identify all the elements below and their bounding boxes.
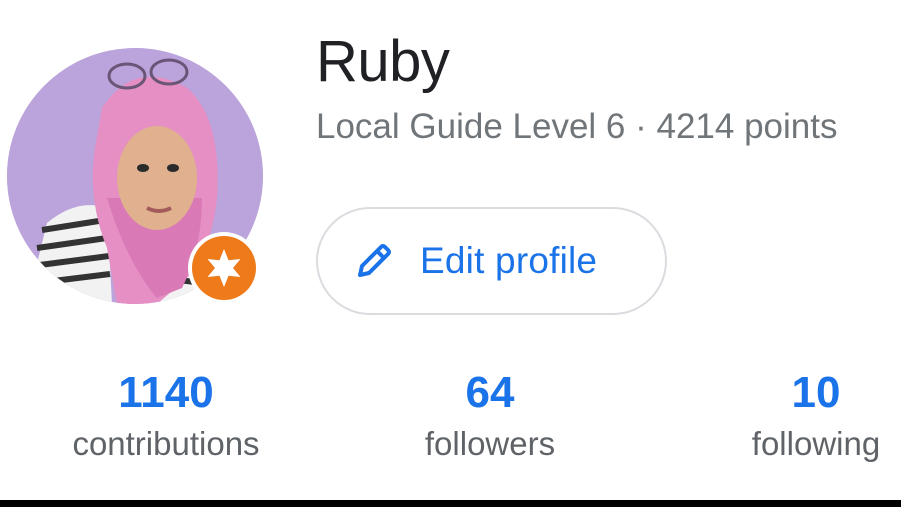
contributions-label: contributions bbox=[72, 425, 260, 462]
local-guide-badge bbox=[188, 232, 260, 304]
following-count: 10 bbox=[791, 368, 841, 417]
followers-count: 64 bbox=[465, 368, 515, 417]
local-guide-level: Local Guide Level 6 · 4214 points bbox=[316, 107, 838, 146]
bottom-divider bbox=[0, 500, 901, 507]
profile-header: Ruby Local Guide Level 6 · 4214 points E… bbox=[0, 0, 901, 507]
following-label: following bbox=[751, 425, 881, 462]
pencil-icon bbox=[354, 241, 394, 281]
local-guide-star-icon bbox=[207, 249, 241, 287]
contributions-stat[interactable]: 1140 contributions bbox=[40, 364, 292, 468]
following-stat[interactable]: 10 following bbox=[716, 364, 901, 468]
followers-label: followers bbox=[424, 425, 556, 462]
edit-profile-label: Edit profile bbox=[420, 240, 598, 281]
contributions-count: 1140 bbox=[118, 368, 214, 417]
profile-name: Ruby bbox=[316, 29, 450, 94]
followers-stat[interactable]: 64 followers bbox=[380, 364, 600, 468]
edit-profile-button[interactable]: Edit profile bbox=[316, 207, 667, 315]
